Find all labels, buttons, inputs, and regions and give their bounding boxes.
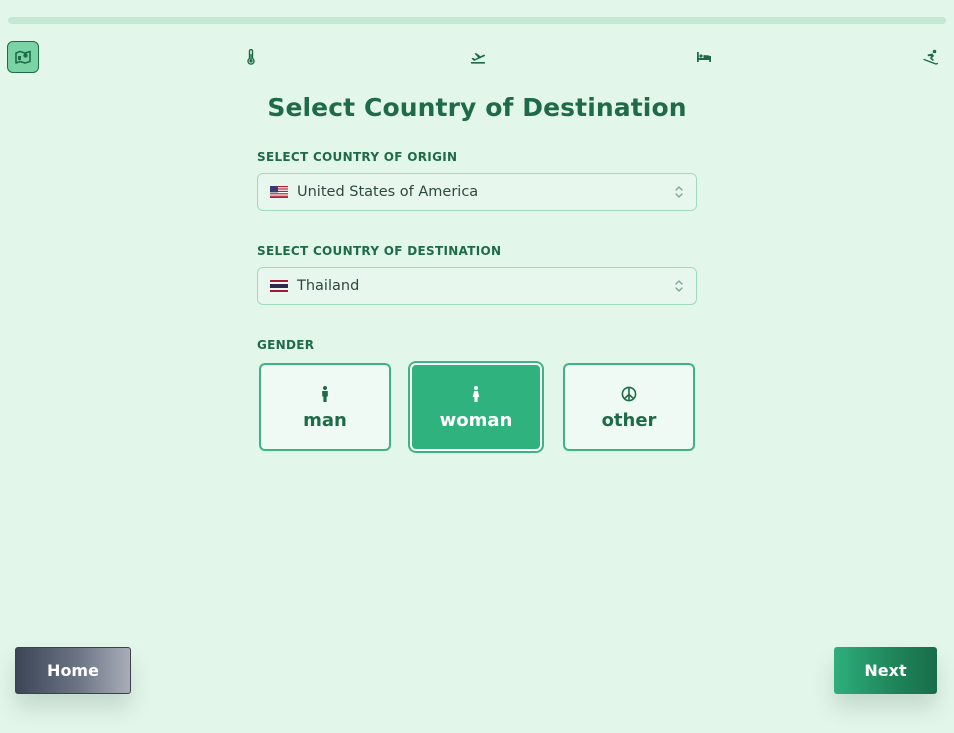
step-flight[interactable] bbox=[462, 41, 494, 73]
gender-label: GENDER bbox=[257, 338, 315, 352]
thai-flag-icon bbox=[270, 280, 288, 292]
gender-option-label: man bbox=[303, 409, 347, 431]
step-indicator bbox=[0, 41, 954, 73]
peace-sign-icon bbox=[621, 386, 637, 401]
female-person-icon bbox=[472, 385, 480, 402]
thermometer-icon bbox=[247, 49, 255, 65]
home-button[interactable]: Home bbox=[15, 647, 131, 694]
origin-select[interactable]: United States of America bbox=[257, 173, 697, 211]
chevron-updown-icon bbox=[675, 186, 683, 198]
step-activities[interactable] bbox=[915, 41, 947, 73]
destination-label: SELECT COUNTRY OF DESTINATION bbox=[257, 244, 502, 258]
bed-icon bbox=[697, 52, 711, 62]
destination-value: Thailand bbox=[297, 278, 360, 294]
us-flag-icon bbox=[270, 186, 288, 198]
step-hotel[interactable] bbox=[688, 41, 720, 73]
male-person-icon bbox=[322, 385, 328, 402]
page-title: Select Country of Destination bbox=[267, 93, 687, 122]
origin-value: United States of America bbox=[297, 184, 479, 200]
gender-option-other[interactable]: other bbox=[563, 363, 695, 451]
progress-track bbox=[8, 17, 946, 24]
gender-option-woman[interactable]: woman bbox=[410, 363, 542, 451]
origin-label: SELECT COUNTRY OF ORIGIN bbox=[257, 150, 458, 164]
gender-option-man[interactable]: man bbox=[259, 363, 391, 451]
chevron-updown-icon bbox=[675, 280, 683, 292]
map-icon bbox=[15, 50, 31, 64]
gender-option-label: other bbox=[601, 409, 657, 431]
next-button[interactable]: Next bbox=[834, 647, 937, 694]
gender-option-label: woman bbox=[439, 409, 513, 431]
destination-select[interactable]: Thailand bbox=[257, 267, 697, 305]
plane-departure-icon bbox=[471, 53, 485, 64]
step-weather[interactable] bbox=[235, 41, 267, 73]
step-map[interactable] bbox=[7, 41, 39, 73]
skiing-icon bbox=[923, 49, 939, 65]
